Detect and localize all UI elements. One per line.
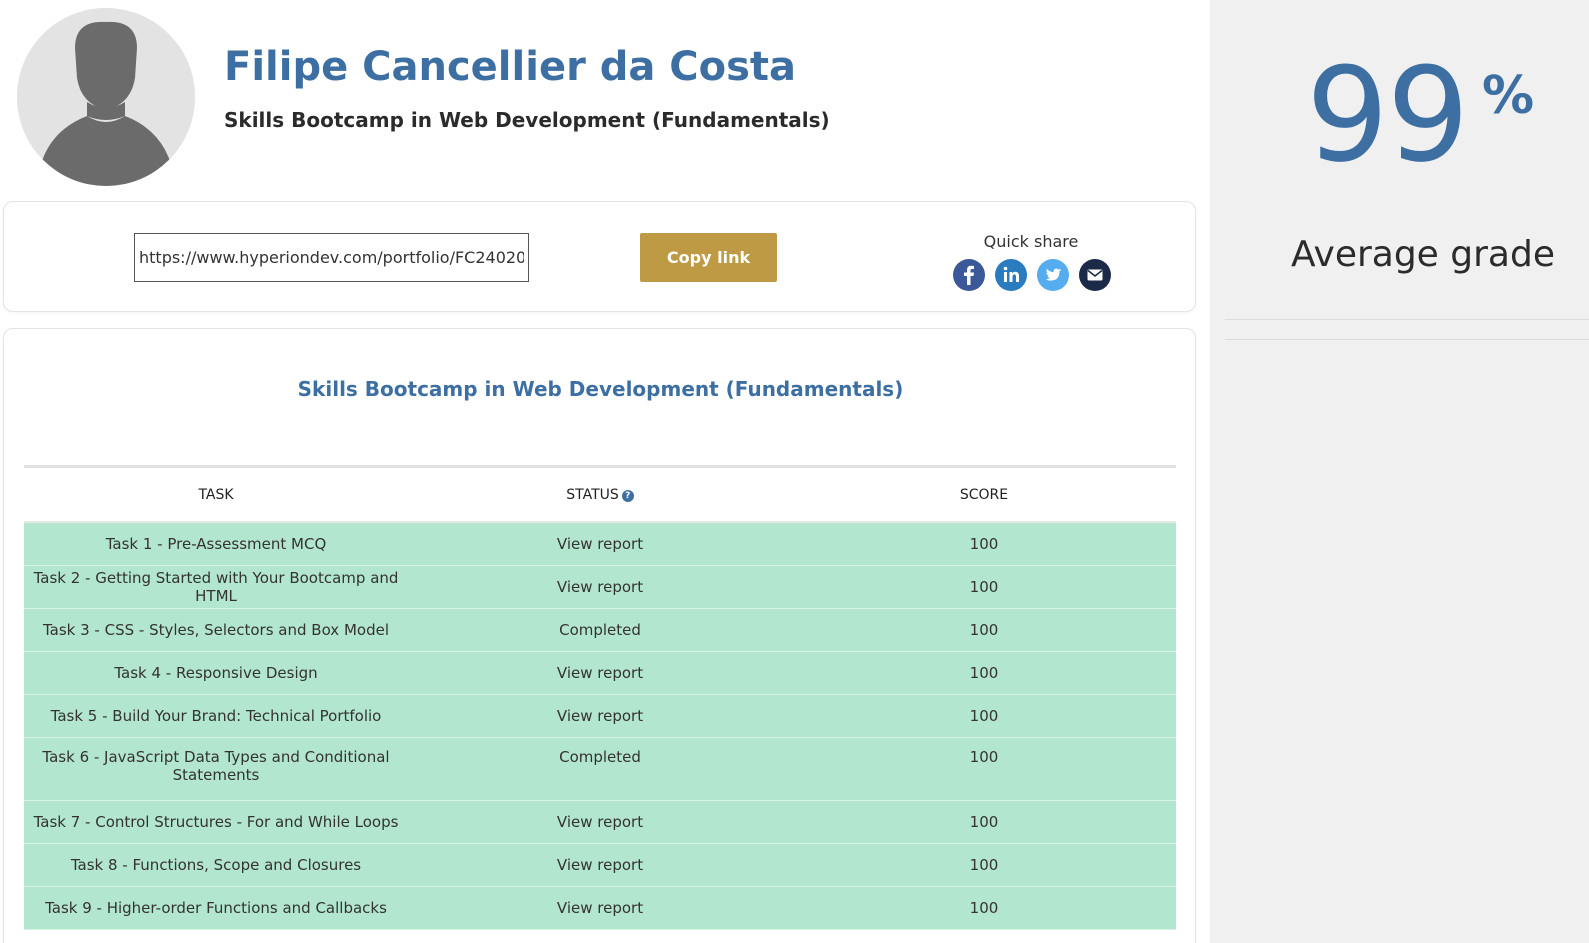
task-name: Task 2 - Getting Started with Your Bootc…: [33, 569, 399, 605]
task-name: Task 5 - Build Your Brand: Technical Por…: [50, 707, 382, 725]
table-row: Task 2 - Getting Started with Your Bootc…: [24, 566, 1176, 609]
facebook-icon[interactable]: [953, 259, 985, 291]
course-subtitle: Skills Bootcamp in Web Development (Fund…: [224, 108, 830, 132]
email-icon[interactable]: [1079, 259, 1111, 291]
table-row: Task 7 - Control Structures - For and Wh…: [24, 801, 1176, 844]
quick-share-label: Quick share: [983, 232, 1079, 251]
table-row: Task 4 - Responsive Design View report 1…: [24, 652, 1176, 695]
task-status[interactable]: View report: [408, 813, 792, 831]
divider: [1225, 319, 1589, 320]
table-row: Task 3 - CSS - Styles, Selectors and Box…: [24, 609, 1176, 652]
table-row: Task 5 - Build Your Brand: Technical Por…: [24, 695, 1176, 738]
task-name: Task 7 - Control Structures - For and Wh…: [33, 813, 399, 831]
table-header: TASK STATUS? SCORE: [24, 468, 1176, 523]
average-grade-value: 99: [1306, 39, 1469, 191]
task-name: Task 6 - JavaScript Data Types and Condi…: [42, 748, 390, 784]
task-status[interactable]: View report: [408, 578, 792, 596]
linkedin-icon[interactable]: [995, 259, 1027, 291]
header-task: TASK: [198, 486, 234, 503]
divider: [1225, 339, 1589, 340]
share-card: Copy link Quick share: [3, 201, 1196, 312]
task-name: Task 1 - Pre-Assessment MCQ: [105, 535, 327, 553]
task-score: 100: [969, 856, 999, 874]
task-status: Completed: [559, 748, 641, 766]
task-score: 100: [969, 578, 999, 596]
main-content: Filipe Cancellier da Costa Skills Bootca…: [0, 0, 1210, 943]
share-icons: [953, 259, 1111, 291]
average-grade-label: Average grade: [1291, 234, 1555, 275]
grade-panel: 99 % Average grade: [1210, 0, 1589, 943]
task-score: 100: [969, 748, 999, 766]
portfolio-link-input[interactable]: [134, 233, 529, 282]
task-table: TASK STATUS? SCORE Task 1 - Pre-Assessme…: [24, 465, 1176, 930]
table-row: Task 8 - Functions, Scope and Closures V…: [24, 844, 1176, 887]
task-status[interactable]: View report: [408, 899, 792, 917]
user-silhouette-icon: [17, 8, 195, 186]
task-status[interactable]: View report: [408, 707, 792, 725]
course-title: Skills Bootcamp in Web Development (Fund…: [297, 377, 904, 401]
avatar: [17, 8, 195, 186]
portfolio-page: Filipe Cancellier da Costa Skills Bootca…: [0, 0, 1589, 943]
table-row: Task 6 - JavaScript Data Types and Condi…: [24, 738, 1176, 801]
help-icon[interactable]: ?: [621, 489, 634, 502]
task-score: 100: [969, 664, 999, 682]
task-status[interactable]: View report: [408, 535, 792, 553]
percent-sign: %: [1482, 66, 1535, 126]
copy-link-button[interactable]: Copy link: [640, 233, 777, 282]
task-score: 100: [969, 707, 999, 725]
header-status: STATUS?: [408, 487, 792, 503]
student-name: Filipe Cancellier da Costa: [224, 44, 797, 90]
task-score: 100: [969, 813, 999, 831]
task-status[interactable]: View report: [408, 664, 792, 682]
table-row: Task 1 - Pre-Assessment MCQ View report …: [24, 523, 1176, 566]
table-row: Task 9 - Higher-order Functions and Call…: [24, 887, 1176, 930]
task-status: Completed: [559, 621, 641, 639]
header-score: SCORE: [959, 486, 1009, 503]
task-name: Task 4 - Responsive Design: [114, 664, 318, 682]
task-name: Task 9 - Higher-order Functions and Call…: [45, 899, 387, 917]
twitter-icon[interactable]: [1037, 259, 1069, 291]
course-card: Skills Bootcamp in Web Development (Fund…: [3, 328, 1196, 943]
task-name: Task 8 - Functions, Scope and Closures: [70, 856, 362, 874]
task-score: 100: [969, 621, 999, 639]
task-score: 100: [969, 899, 999, 917]
task-status[interactable]: View report: [408, 856, 792, 874]
task-name: Task 3 - CSS - Styles, Selectors and Box…: [42, 621, 389, 639]
task-score: 100: [969, 535, 999, 553]
header-status-label: STATUS: [566, 486, 619, 503]
